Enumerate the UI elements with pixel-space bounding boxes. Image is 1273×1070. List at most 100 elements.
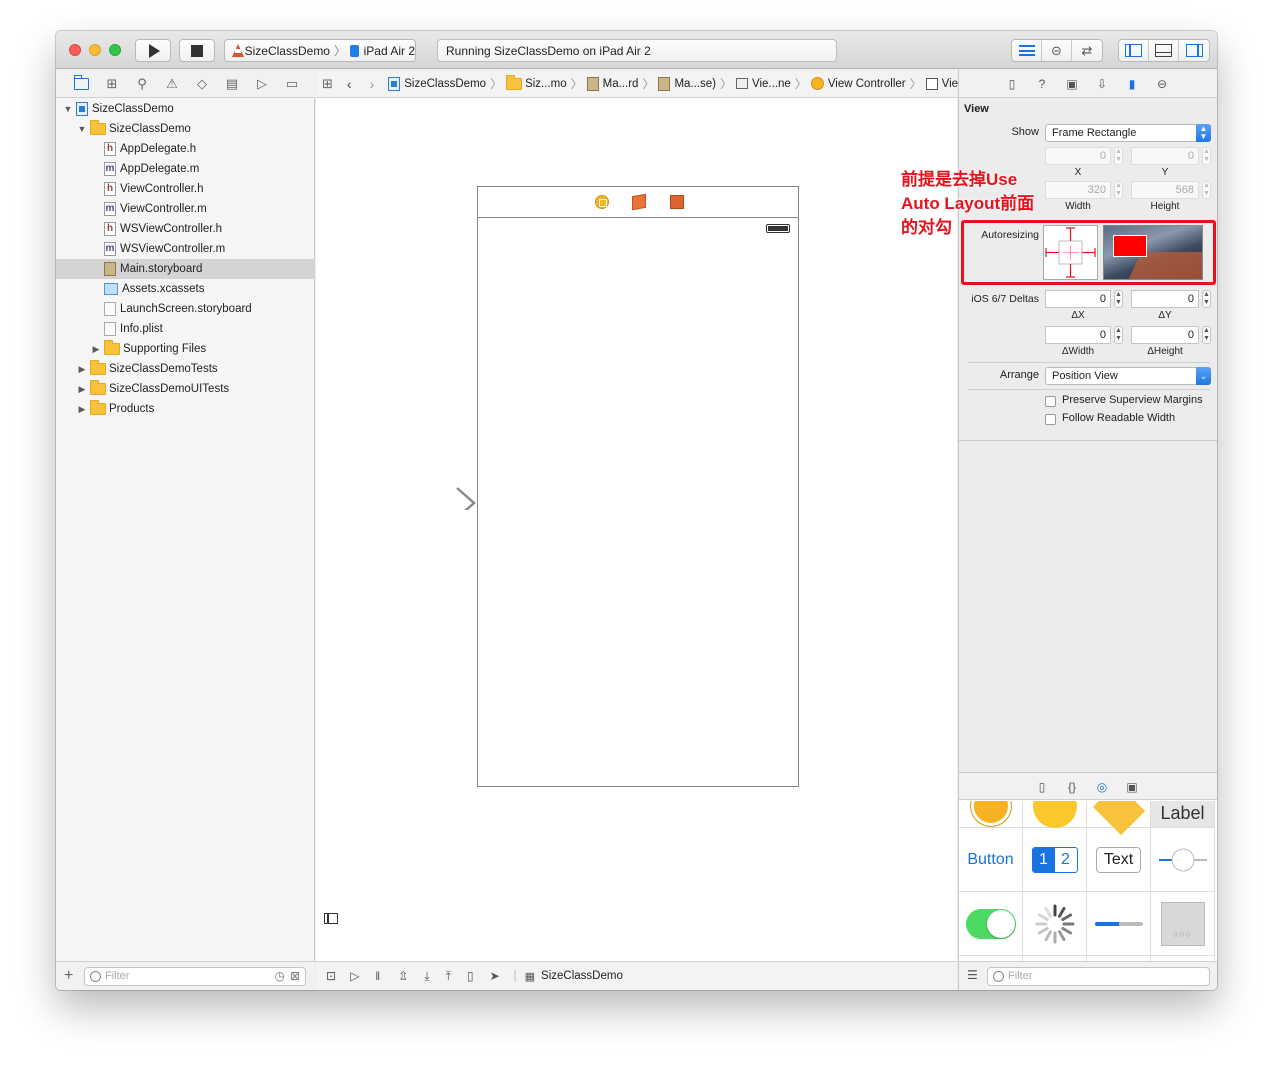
tree-item-file[interactable]: m AppDelegate.m [56,159,315,179]
quick-help-tab[interactable]: ? [1034,76,1050,92]
tree-item-file[interactable]: h WSViewController.h [56,219,315,239]
connections-inspector-tab[interactable]: ⊖ [1154,76,1170,92]
breadcrumb-group[interactable]: Siz...mo [506,74,567,90]
tag-icon[interactable]: ▷ [350,969,359,983]
document-outline-toggle-icon[interactable] [324,913,338,924]
breadcrumb-base-localization[interactable]: Ma...se) [658,76,716,91]
device-frame-icon[interactable]: ▯ [467,969,474,983]
library-item-switch[interactable] [959,892,1023,956]
y-field[interactable]: 0 [1131,147,1199,165]
issue-navigator-tab[interactable]: ⚠ [164,76,180,92]
run-button[interactable] [135,39,171,62]
delta-y-stepper[interactable]: ▲ ▼ [1202,290,1211,308]
height-field[interactable]: 568 [1131,181,1199,199]
resizing-icon[interactable]: ⤒ [446,969,451,984]
resolve-issues-icon[interactable]: ⤓ [424,969,429,984]
file-inspector-tab[interactable]: ▯ [1004,76,1020,92]
report-navigator-tab[interactable]: ▭ [284,76,300,92]
library-item-progress-view[interactable] [1087,892,1151,956]
delta-width-stepper[interactable]: ▲ ▼ [1114,326,1123,344]
library-item-label[interactable]: Label [1151,801,1215,828]
object-library-tab[interactable]: ◎ [1094,779,1110,795]
code-snippet-tab[interactable]: {} [1064,779,1080,795]
tree-item-file-selected[interactable]: Main.storyboard [56,259,315,279]
y-stepper[interactable]: ▲ ▼ [1202,147,1211,165]
width-field[interactable]: 320 [1045,181,1111,199]
disclosure-closed-icon[interactable]: ▶ [76,364,88,375]
tree-item-file[interactable]: h ViewController.h [56,179,315,199]
tree-item-file[interactable]: h AppDelegate.h [56,139,315,159]
breadcrumb-scene[interactable]: Vie...ne [736,78,791,90]
tree-item-project[interactable]: ▼ SizeClassDemo [56,99,315,119]
library-item-view-controller[interactable] [959,801,1023,828]
library-item-segmented-control[interactable]: 1 2 [1023,828,1087,892]
clock-icon[interactable]: ◷ [275,969,285,983]
tree-item-group[interactable]: ▶ Supporting Files [56,339,315,359]
delta-x-stepper[interactable]: ▲ ▼ [1114,290,1123,308]
media-library-tab[interactable]: ▣ [1124,779,1140,795]
tree-item-group[interactable]: ▼ SizeClassDemo [56,119,315,139]
width-stepper[interactable]: ▲ ▼ [1114,181,1123,199]
disclosure-closed-icon[interactable]: ▶ [76,384,88,395]
scheme-selector[interactable]: SizeClassDemo 〉 iPad Air 2 [224,39,416,62]
assistant-editor-button[interactable]: ⊝ [1042,40,1072,61]
tree-item-file[interactable]: m ViewController.m [56,199,315,219]
storyboard-canvas[interactable] [316,99,957,961]
delta-width-field[interactable]: 0 [1045,326,1111,344]
library-item-button[interactable]: Button [959,828,1023,892]
attributes-inspector-tab[interactable]: ⇩ [1094,76,1110,92]
library-item-text-field[interactable]: Text [1087,828,1151,892]
x-stepper[interactable]: ▲ ▼ [1114,147,1123,165]
preserve-margins-checkbox[interactable] [1045,396,1056,407]
minimize-window-button[interactable] [89,44,101,56]
library-item-slider[interactable] [1151,828,1215,892]
disclosure-open-icon[interactable]: ▼ [76,124,88,134]
show-popup[interactable]: Frame Rectangle ▲ ▼ [1045,124,1211,142]
stop-button[interactable] [179,39,215,62]
zoom-window-button[interactable] [109,44,121,56]
toggle-navigator-button[interactable] [1119,40,1149,61]
navigator-filter-input[interactable]: Filter ◷ ⊠ [84,967,306,986]
tree-item-group[interactable]: ▶ Products [56,399,315,419]
delta-y-field[interactable]: 0 [1131,290,1199,308]
forward-arrow-icon[interactable]: › [370,76,375,92]
size-inspector-tab[interactable]: ▮ [1124,76,1140,92]
embed-in-stack-icon[interactable]: ⊡ [326,969,336,983]
view-controller-icon[interactable] [595,195,609,209]
file-template-tab[interactable]: ▯ [1034,779,1050,795]
delta-height-stepper[interactable]: ▲ ▼ [1202,326,1211,344]
first-responder-icon[interactable] [632,193,646,211]
add-icon[interactable]: + [64,967,73,985]
find-navigator-tab[interactable]: ⚲ [134,76,150,92]
height-stepper[interactable]: ▲ ▼ [1202,181,1211,199]
tree-item-group[interactable]: ▶ SizeClassDemoTests [56,359,315,379]
tree-item-file[interactable]: m WSViewController.m [56,239,315,259]
breadcrumb-project[interactable]: SizeClassDemo [388,76,486,91]
library-filter-input[interactable]: Filter [987,967,1210,986]
delta-x-field[interactable]: 0 [1045,290,1111,308]
toggle-utilities-button[interactable] [1179,40,1209,61]
toggle-debug-area-button[interactable] [1149,40,1179,61]
disclosure-open-icon[interactable]: ▼ [62,104,74,114]
symbol-navigator-tab[interactable]: ⊞ [104,76,120,92]
follow-readable-checkbox[interactable] [1045,414,1056,425]
version-editor-button[interactable]: ⇄ [1072,40,1102,61]
tree-item-file[interactable]: LaunchScreen.storyboard [56,299,315,319]
debug-navigator-tab[interactable]: ▤ [224,76,240,92]
identity-inspector-tab[interactable]: ▣ [1064,76,1080,92]
breadcrumb-view-controller[interactable]: View Controller [810,77,906,90]
back-arrow-icon[interactable]: ‹ [347,76,352,92]
test-navigator-tab[interactable]: ◇ [194,76,210,92]
breakpoint-navigator-tab[interactable]: ▷ [254,76,270,92]
tree-item-file[interactable]: Info.plist [56,319,315,339]
view-controller-scene[interactable] [477,186,799,787]
library-item-activity-indicator[interactable] [1023,892,1087,956]
disclosure-closed-icon[interactable]: ▶ [76,404,88,415]
list-view-icon[interactable]: ☰ [967,968,978,982]
related-items-icon[interactable]: ⊞ [322,76,333,92]
disclosure-closed-icon[interactable]: ▶ [90,344,102,355]
exit-icon[interactable] [670,195,684,209]
scm-filter-icon[interactable]: ⊠ [290,969,300,983]
delta-height-field[interactable]: 0 [1131,326,1199,344]
align-icon[interactable]: ‖ [375,969,380,983]
